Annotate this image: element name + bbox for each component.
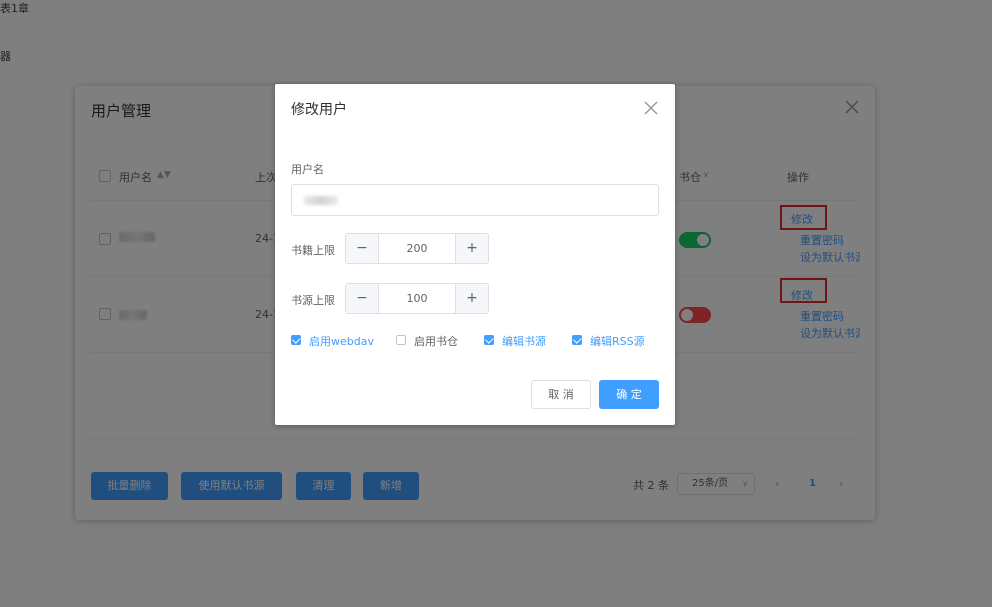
source-limit-input[interactable]: 100 — [379, 284, 455, 313]
source-limit-stepper: − 100 + — [345, 283, 489, 314]
checkbox-label: 编辑RSS源 — [590, 335, 645, 348]
checkbox-label: 启用书仓 — [414, 335, 458, 348]
checkbox-box — [396, 335, 406, 345]
confirm-button[interactable]: 确 定 — [599, 380, 659, 409]
username-input[interactable] — [291, 184, 659, 216]
checkbox-box — [291, 335, 301, 345]
username-label: 用户名 — [291, 163, 324, 176]
book-limit-input[interactable]: 200 — [379, 234, 455, 263]
decrement-button[interactable]: − — [346, 234, 379, 263]
increment-button[interactable]: + — [455, 284, 488, 313]
book-limit-label: 书籍上限 — [291, 244, 335, 257]
close-icon[interactable] — [644, 101, 658, 115]
edit-user-dialog: 修改用户 用户名 书籍上限 − 200 + 书源上限 − 100 + 启用web… — [275, 84, 675, 425]
username-value-blurred — [304, 196, 338, 205]
cancel-button[interactable]: 取 消 — [531, 380, 591, 409]
dialog-title: 修改用户 — [291, 102, 347, 118]
checkbox-label: 编辑书源 — [502, 335, 546, 348]
checkbox-label: 启用webdav — [309, 335, 374, 348]
increment-button[interactable]: + — [455, 234, 488, 263]
book-limit-stepper: − 200 + — [345, 233, 489, 264]
decrement-button[interactable]: − — [346, 284, 379, 313]
checkbox-box — [484, 335, 494, 345]
checkbox-box — [572, 335, 582, 345]
source-limit-label: 书源上限 — [291, 294, 335, 307]
